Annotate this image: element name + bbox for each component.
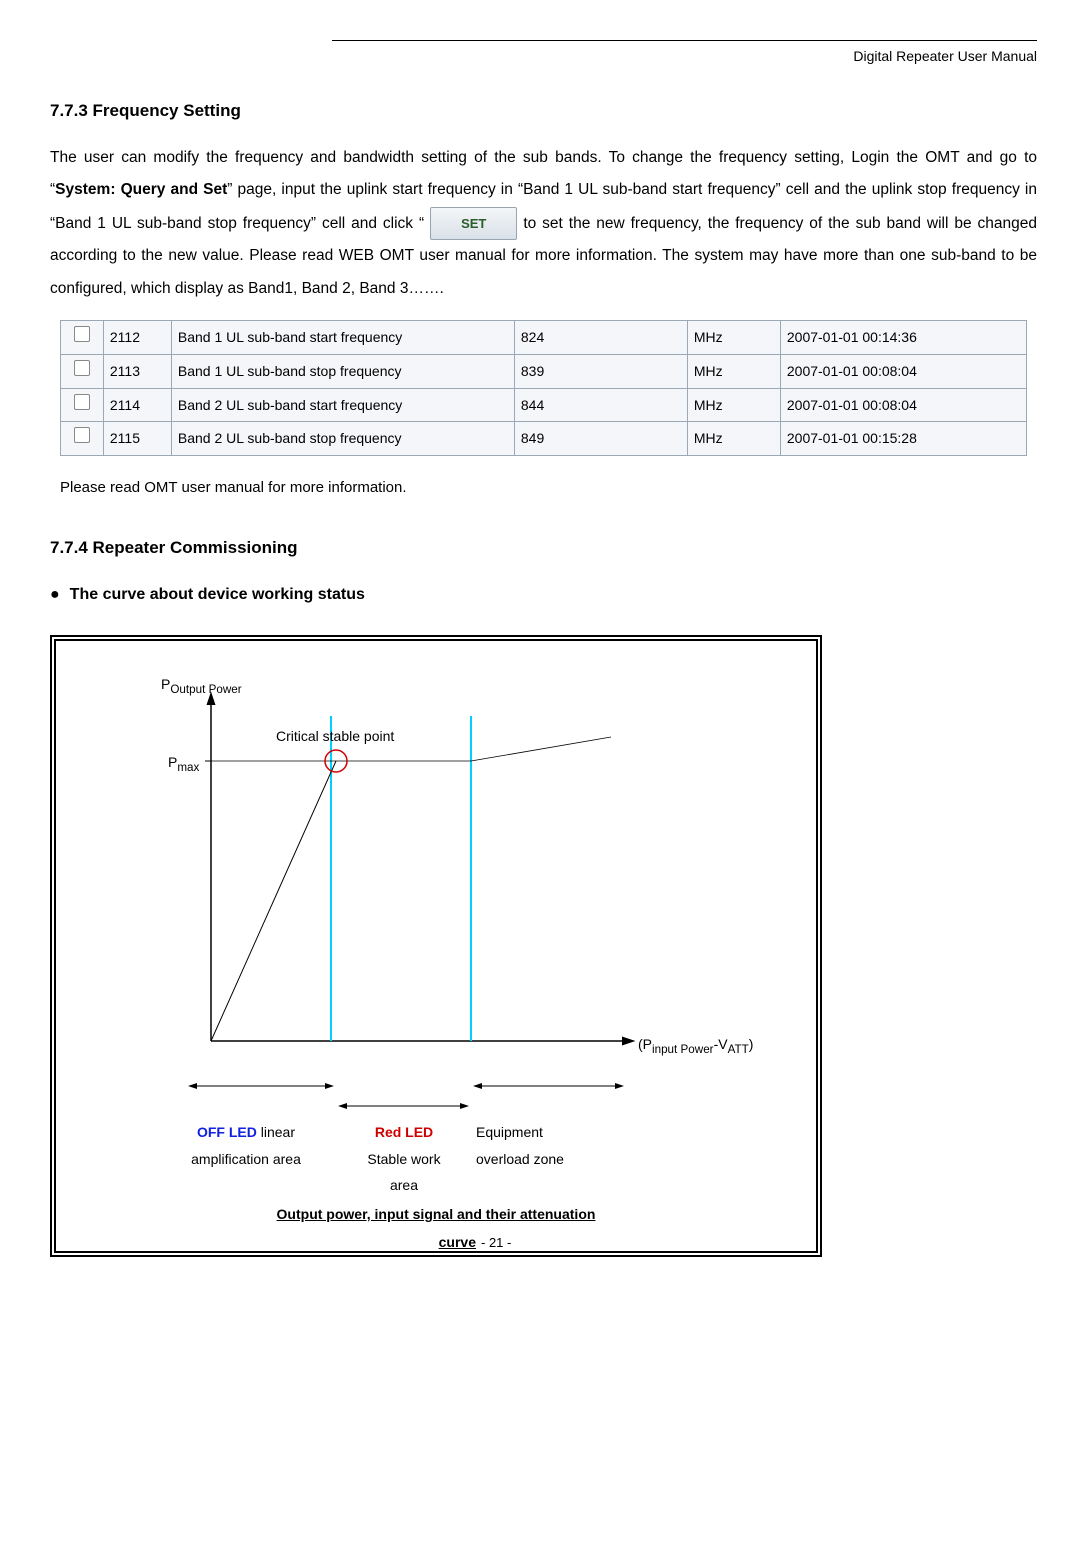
row-unit: MHz <box>687 321 780 355</box>
row-id: 2114 <box>103 388 171 422</box>
table-row: 2112Band 1 UL sub-band start frequency82… <box>60 321 1026 355</box>
omt-note: Please read OMT user manual for more inf… <box>60 474 1037 503</box>
section-heading-774: 7.7.4 Repeater Commissioning <box>50 532 1037 564</box>
curve-caption-1: Output power, input signal and their att… <box>56 1201 816 1228</box>
x-axis-label: (Pinput Power-VATT) <box>638 1031 753 1061</box>
curve-caption-2: curve <box>56 1229 476 1256</box>
curve-diagram: POutput Power Pmax Critical stable point… <box>50 635 822 1257</box>
zone-red-led: Red LED Stable work area <box>334 1119 474 1199</box>
row-timestamp: 2007-01-01 00:08:04 <box>780 354 1026 388</box>
row-desc: Band 1 UL sub-band start frequency <box>171 321 514 355</box>
row-id: 2115 <box>103 422 171 456</box>
row-id: 2113 <box>103 354 171 388</box>
row-value: 839 <box>514 354 687 388</box>
row-value: 844 <box>514 388 687 422</box>
y-axis-label: POutput Power <box>161 671 242 701</box>
body-bold-system: System: Query and Set <box>55 181 227 198</box>
header-title: Digital Repeater User Manual <box>50 43 1037 70</box>
row-desc: Band 2 UL sub-band stop frequency <box>171 422 514 456</box>
table-row: 2114Band 2 UL sub-band start frequency84… <box>60 388 1026 422</box>
row-value: 824 <box>514 321 687 355</box>
row-id: 2112 <box>103 321 171 355</box>
bullet-curve-status: The curve about device working status <box>50 580 1037 610</box>
row-unit: MHz <box>687 354 780 388</box>
row-timestamp: 2007-01-01 00:15:28 <box>780 422 1026 456</box>
row-checkbox[interactable] <box>74 326 90 342</box>
critical-point-label: Critical stable point <box>276 723 394 750</box>
row-value: 849 <box>514 422 687 456</box>
row-timestamp: 2007-01-01 00:14:36 <box>780 321 1026 355</box>
row-checkbox[interactable] <box>74 427 90 443</box>
row-desc: Band 2 UL sub-band start frequency <box>171 388 514 422</box>
table-row: 2115Band 2 UL sub-band stop frequency849… <box>60 422 1026 456</box>
zone-off-led: OFF LED linear amplification area <box>171 1119 321 1172</box>
page-number: - 21 - <box>481 1231 511 1256</box>
set-button[interactable]: SET <box>430 207 517 240</box>
section-773-body: The user can modify the frequency and ba… <box>50 142 1037 305</box>
row-unit: MHz <box>687 422 780 456</box>
pmax-label: Pmax <box>168 749 199 779</box>
frequency-table: 2112Band 1 UL sub-band start frequency82… <box>60 320 1027 455</box>
row-timestamp: 2007-01-01 00:08:04 <box>780 388 1026 422</box>
row-unit: MHz <box>687 388 780 422</box>
section-heading-773: 7.7.3 Frequency Setting <box>50 95 1037 127</box>
row-desc: Band 1 UL sub-band stop frequency <box>171 354 514 388</box>
zone-overload: Equipment overload zone <box>476 1119 626 1172</box>
table-row: 2113Band 1 UL sub-band stop frequency839… <box>60 354 1026 388</box>
row-checkbox[interactable] <box>74 360 90 376</box>
row-checkbox[interactable] <box>74 394 90 410</box>
